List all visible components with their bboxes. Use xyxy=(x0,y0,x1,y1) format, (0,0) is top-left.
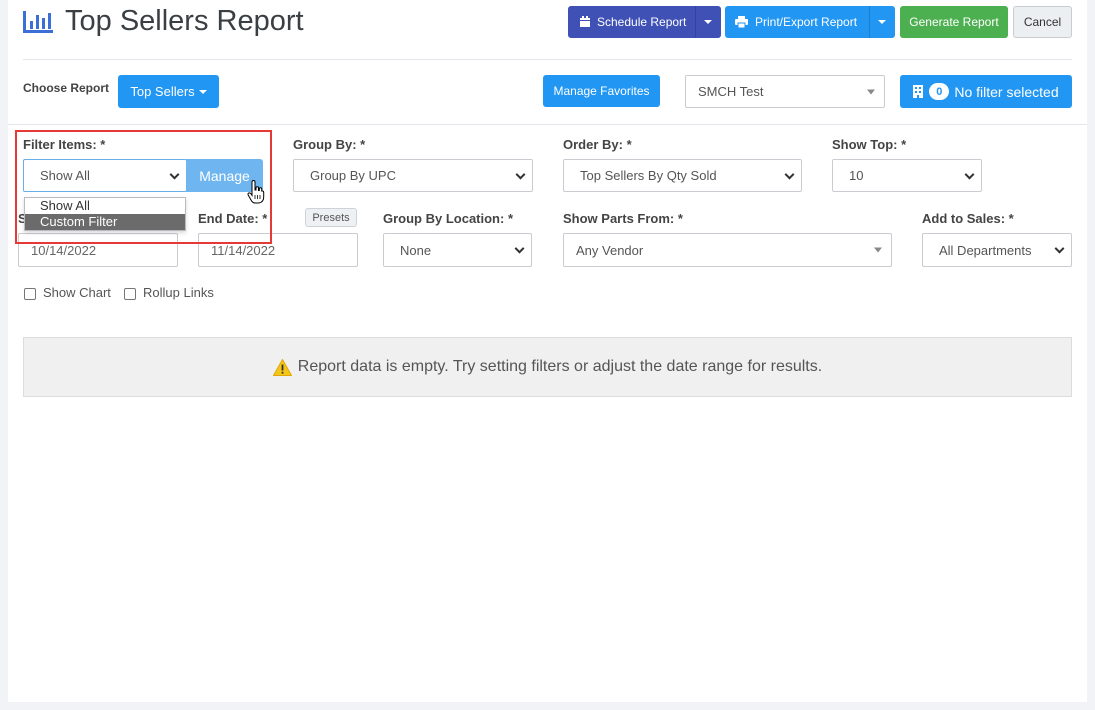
group-by-select[interactable]: Group By UPC xyxy=(293,159,533,192)
print-export-label: Print/Export Report xyxy=(755,15,858,29)
show-chart-checkbox[interactable] xyxy=(24,288,36,300)
filter-summary-button[interactable]: 0 No filter selected xyxy=(900,75,1072,108)
order-by-value: Top Sellers By Qty Sold xyxy=(580,168,717,183)
bar-chart-icon xyxy=(23,11,53,33)
show-chart-label: Show Chart xyxy=(43,285,111,300)
printer-icon xyxy=(735,16,748,28)
section-divider xyxy=(8,124,1087,125)
presets-button[interactable]: Presets xyxy=(305,208,357,227)
alert-message: Report data is empty. Try setting filter… xyxy=(297,358,823,375)
add-to-sales-label: Add to Sales: * xyxy=(922,211,1014,226)
start-date-value: 10/14/2022 xyxy=(31,242,97,258)
group-by-location-value: None xyxy=(400,242,432,258)
hand-cursor-icon xyxy=(247,180,265,204)
manage-favorites-button[interactable]: Manage Favorites xyxy=(543,75,660,107)
print-export-button[interactable]: Print/Export Report xyxy=(725,6,895,38)
dropdown-arrow-icon xyxy=(874,247,882,253)
filter-count-badge: 0 xyxy=(929,83,950,100)
chevron-down-icon xyxy=(784,169,795,180)
schedule-report-label: Schedule Report xyxy=(597,15,687,29)
group-by-location-label: Group By Location: * xyxy=(383,211,513,226)
end-date-value: 11/14/2022 xyxy=(211,242,276,258)
show-top-value: 10 xyxy=(849,168,864,183)
dropdown-arrow-icon xyxy=(867,89,875,94)
schedule-report-button[interactable]: Schedule Report xyxy=(568,6,721,38)
order-by-select[interactable]: Top Sellers By Qty Sold xyxy=(563,159,802,192)
cancel-button[interactable]: Cancel xyxy=(1013,6,1072,38)
order-by-label: Order By: * xyxy=(563,137,632,152)
filter-summary-label: No filter selected xyxy=(954,83,1059,100)
chevron-down-icon xyxy=(1054,243,1065,254)
generate-report-button[interactable]: Generate Report xyxy=(900,6,1008,38)
building-icon xyxy=(913,85,924,98)
print-dropdown-toggle[interactable] xyxy=(878,20,886,24)
chevron-down-icon xyxy=(515,169,526,180)
rollup-links-label: Rollup Links xyxy=(143,285,214,300)
rollup-links-checkbox[interactable] xyxy=(124,288,136,300)
page-title: Top Sellers Report xyxy=(65,5,304,37)
top-sellers-dropdown-button[interactable]: Top Sellers xyxy=(118,75,219,108)
show-top-label: Show Top: * xyxy=(832,137,907,152)
chevron-down-icon xyxy=(964,169,975,180)
add-to-sales-select[interactable]: All Departments xyxy=(922,233,1072,267)
show-top-select[interactable]: 10 xyxy=(832,159,982,192)
show-parts-from-label: Show Parts From: * xyxy=(563,211,683,226)
empty-report-alert: Report data is empty. Try setting filter… xyxy=(23,337,1072,397)
chevron-down-icon xyxy=(198,89,207,94)
show-parts-from-select[interactable]: Any Vendor xyxy=(563,233,892,267)
add-to-sales-value: All Departments xyxy=(939,242,1032,258)
choose-report-label: Choose Report xyxy=(23,81,110,95)
schedule-dropdown-toggle[interactable] xyxy=(704,20,712,24)
calendar-icon xyxy=(580,16,590,27)
group-by-location-select[interactable]: None xyxy=(383,233,532,267)
chevron-down-icon xyxy=(514,243,525,254)
location-select[interactable]: SMCH Test xyxy=(685,75,885,108)
warning-icon xyxy=(272,358,292,376)
top-sellers-label: Top Sellers xyxy=(130,84,195,99)
divider xyxy=(23,59,1072,60)
group-by-value: Group By UPC xyxy=(310,168,396,183)
highlight-annotation xyxy=(15,130,272,244)
show-parts-from-value: Any Vendor xyxy=(576,242,644,258)
group-by-label: Group By: * xyxy=(293,137,366,152)
location-value: SMCH Test xyxy=(698,84,764,99)
